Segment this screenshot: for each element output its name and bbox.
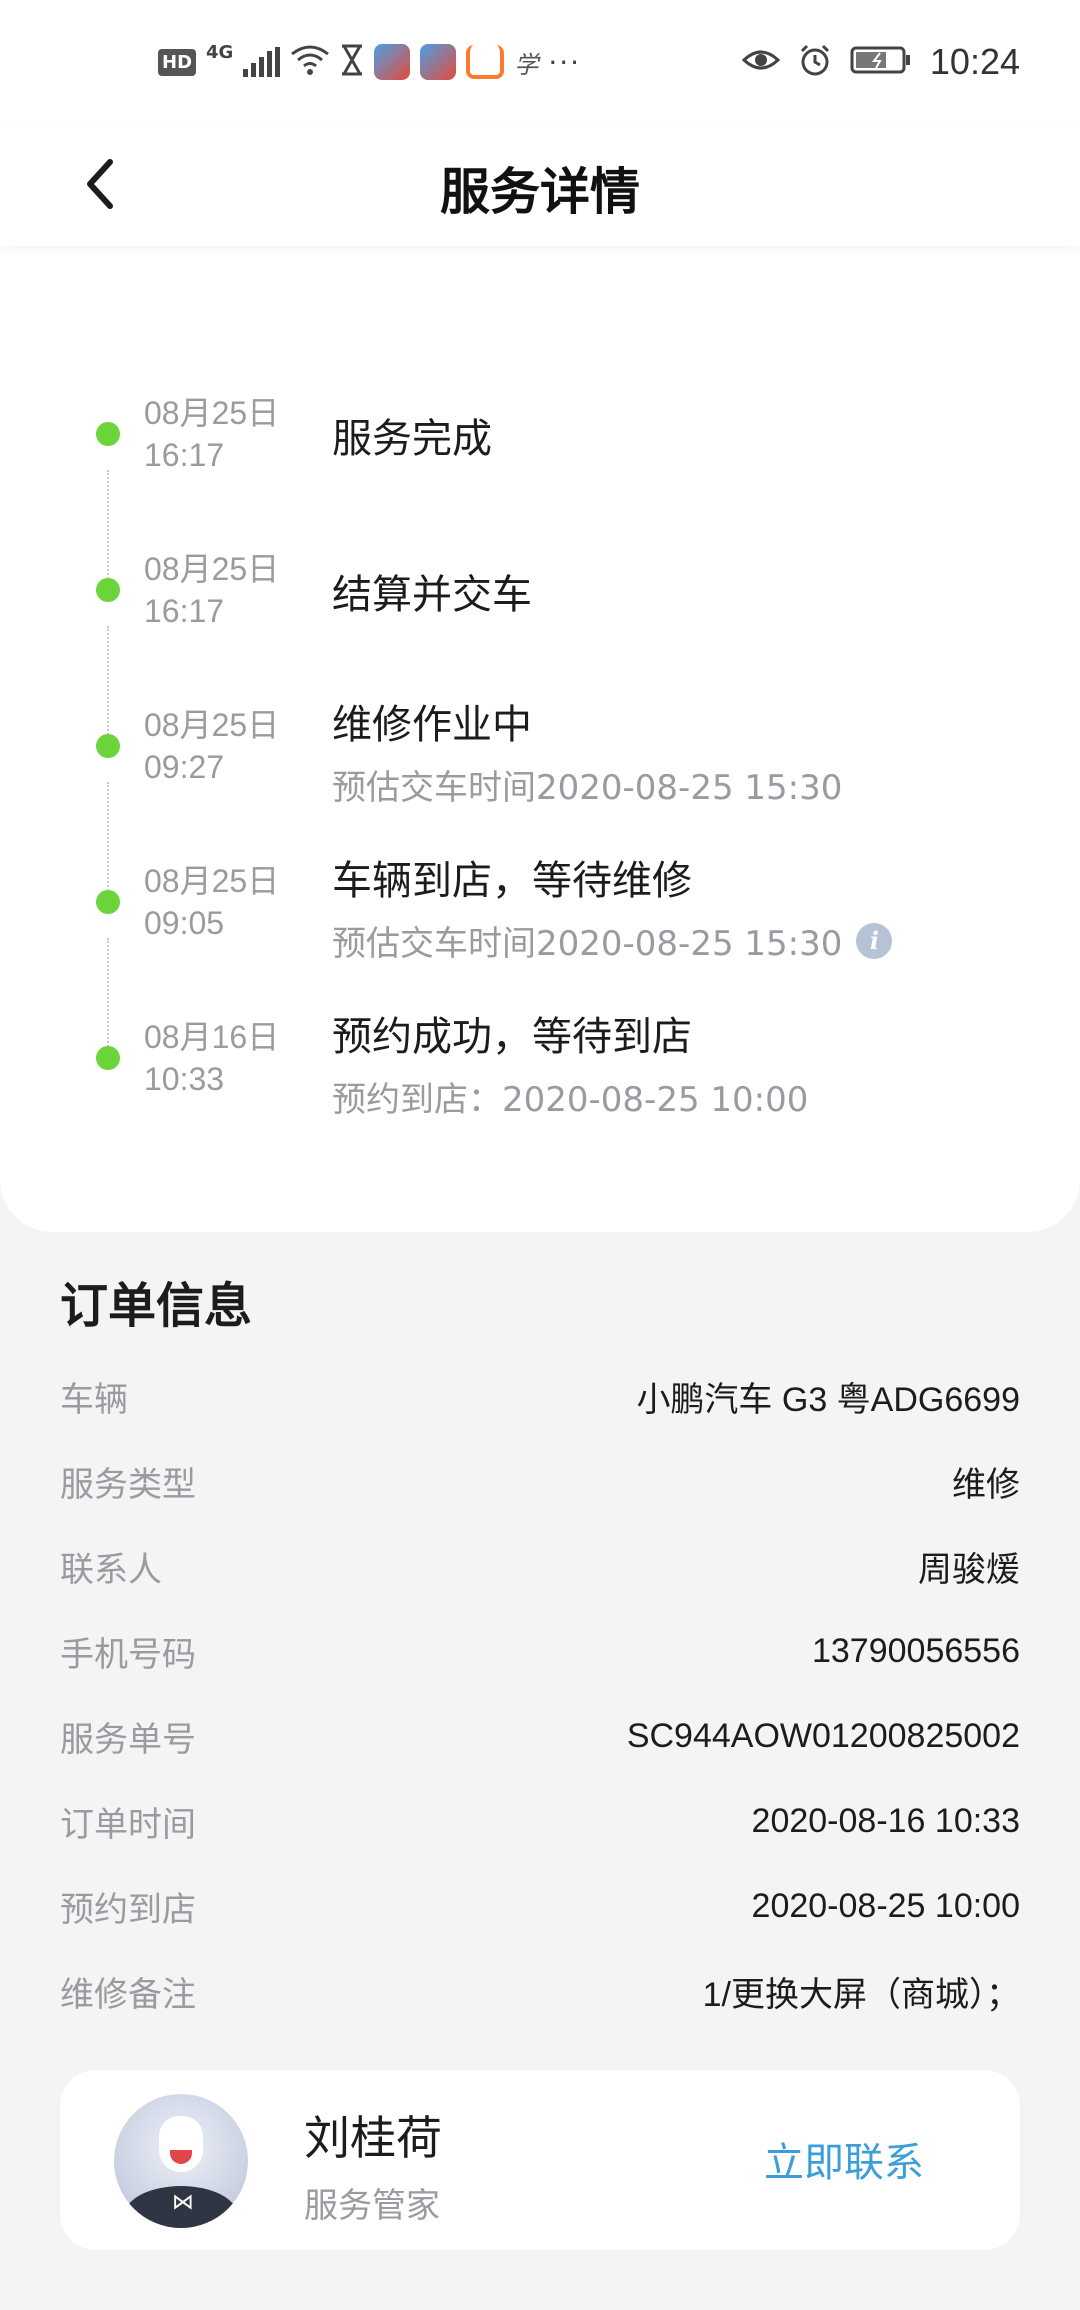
timeline-subtitle: 预估交车时间2020-08-25 15:30 [332, 768, 843, 808]
order-label: 手机号码 [60, 1634, 196, 1675]
timeline-date: 08月25日 09:05 [144, 863, 280, 941]
timeline-connector [107, 782, 109, 902]
china-mobile-app-icon-2 [420, 44, 457, 80]
timeline-dot [96, 1046, 120, 1070]
page-title: 服务详情 [440, 163, 640, 221]
timeline-dot [96, 422, 120, 446]
alarm-icon [798, 43, 832, 81]
hourglass-icon [340, 44, 364, 80]
order-info-title: 订单信息 [60, 1278, 253, 1334]
timeline-connector [107, 470, 109, 590]
order-value: 小鹏汽车 G3 粤ADG6699 [636, 1380, 1020, 1419]
timeline-subtitle: 预约到店：2020-08-25 10:00 [332, 1080, 809, 1120]
order-row-repair-notes: 维修备注 1/更换大屏（商城）； [60, 1963, 1020, 2019]
timeline-connector [107, 938, 109, 1058]
order-label: 预约到店 [60, 1889, 196, 1930]
network-type: 4G [206, 41, 234, 63]
order-label: 联系人 [60, 1549, 162, 1590]
order-row-vehicle: 车辆 小鹏汽车 G3 粤ADG6699 [60, 1368, 1020, 1424]
order-value: 周骏煖 [918, 1550, 1020, 1589]
order-row-service-number: 服务单号 SC944AOW01200825002 [60, 1708, 1020, 1764]
order-value: 13790056556 [811, 1631, 1020, 1670]
clock: 10:24 [929, 41, 1020, 82]
order-label: 车辆 [60, 1379, 128, 1420]
service-advisor-card: ⋈ 刘桂荷 服务管家 立即联系 [60, 2070, 1020, 2250]
eye-icon [741, 46, 781, 78]
order-row-phone: 手机号码 13790056556 [60, 1623, 1020, 1679]
order-label: 订单时间 [60, 1804, 196, 1845]
timeline-dot [96, 890, 120, 914]
advisor-name: 刘桂荷 [304, 2111, 442, 2165]
timeline-title: 结算并交车 [332, 572, 532, 618]
timeline-dot [96, 734, 120, 758]
signal-icon [243, 47, 281, 77]
order-value: 1/更换大屏（商城）； [702, 1975, 1020, 2014]
wifi-icon [290, 44, 330, 80]
order-value: 2020-08-16 10:33 [751, 1801, 1020, 1840]
order-row-order-time: 订单时间 2020-08-16 10:33 [60, 1793, 1020, 1849]
timeline-connector [107, 626, 109, 746]
timeline-date: 08月16日 10:33 [144, 1019, 280, 1097]
order-row-service-type: 服务类型 维修 [60, 1453, 1020, 1509]
order-value: 维修 [952, 1465, 1020, 1504]
bowtie-icon: ⋈ [172, 2190, 194, 2215]
status-bar-right: 10:24 [741, 36, 1020, 88]
order-row-contact: 联系人 周骏煖 [60, 1538, 1020, 1594]
more-notifications-icon: ··· [548, 45, 582, 79]
china-mobile-app-icon [374, 44, 411, 80]
avatar: ⋈ [114, 2094, 248, 2228]
study-app-icon: 学 [514, 50, 539, 79]
order-label: 服务类型 [60, 1464, 196, 1505]
order-value: SC944AOW01200825002 [626, 1716, 1020, 1755]
order-row-appointment: 预约到店 2020-08-25 10:00 [60, 1878, 1020, 1934]
timeline-date: 08月25日 09:27 [144, 707, 280, 785]
status-bar-left: HD 4G 学 ··· [158, 40, 581, 84]
timeline-date: 08月25日 16:17 [144, 395, 280, 473]
battery-icon [850, 45, 912, 79]
timeline-dot [96, 578, 120, 602]
status-bar: HD 4G 学 ··· 10:24 [0, 0, 1080, 122]
timeline-title: 服务完成 [332, 416, 492, 462]
didi-app-icon [466, 45, 505, 79]
timeline-subtitle: 预估交车时间2020-08-25 15:30 i [332, 916, 893, 965]
timeline-title: 维修作业中 [332, 702, 532, 748]
order-value: 2020-08-25 10:00 [751, 1886, 1020, 1925]
order-label: 维修备注 [60, 1974, 196, 2015]
timeline-title: 预约成功，等待到店 [332, 1014, 692, 1060]
timeline-date: 08月25日 16:17 [144, 551, 280, 629]
timeline-title: 车辆到店，等待维修 [332, 858, 692, 904]
advisor-role: 服务管家 [304, 2186, 440, 2226]
info-icon[interactable]: i [856, 922, 893, 959]
order-label: 服务单号 [60, 1719, 196, 1760]
contact-now-button[interactable]: 立即联系 [764, 2130, 924, 2188]
hd-badge: HD [158, 48, 197, 76]
service-timeline: 08月25日 16:17 服务完成 08月25日 16:17 结算并交车 08月25… [0, 246, 1080, 1232]
navigation-bar: 服务详情 [0, 122, 1080, 246]
